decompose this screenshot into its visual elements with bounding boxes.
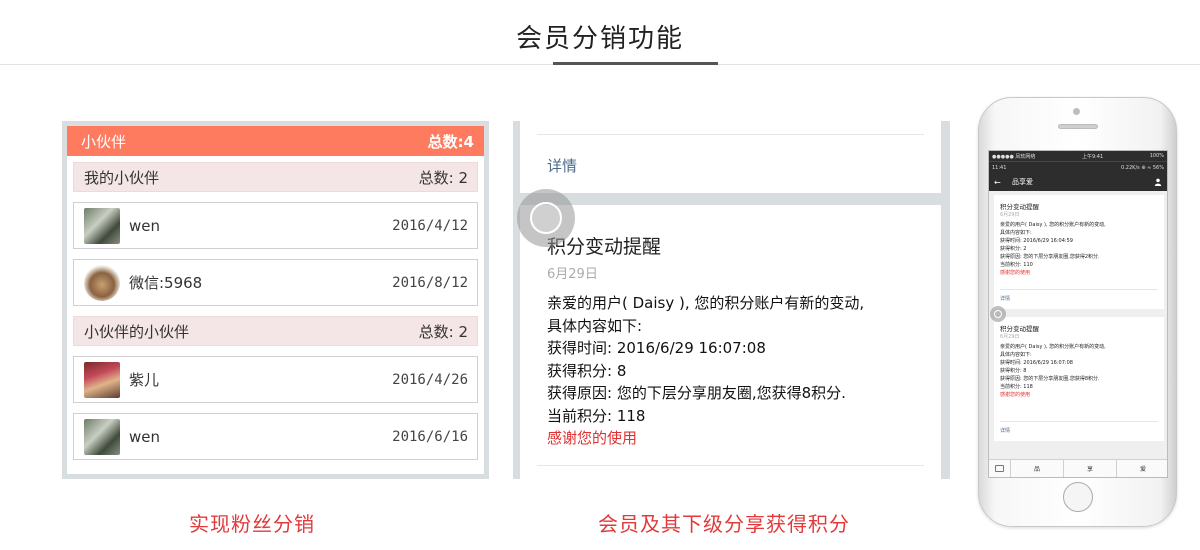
message-line: 具体内容如下: bbox=[1000, 352, 1032, 358]
member-name: 微信:5968 bbox=[129, 274, 203, 292]
tab-ai[interactable]: 爱 bbox=[1117, 460, 1167, 477]
tab-xiang[interactable]: 享 bbox=[1064, 460, 1117, 477]
message-card: 积分变动提醒 6月29日 亲爱的用户( Daisy ), 您的积分账户有新的变动… bbox=[520, 205, 941, 479]
message-line: 获得原因: 您的下层分享朋友圈,您获得2积分. bbox=[1000, 254, 1100, 260]
member-row[interactable]: 紫儿 2016/4/26 bbox=[73, 356, 478, 403]
message-line: 获得积分: 2 bbox=[1000, 246, 1027, 252]
message-line: 亲爱的用户( Daisy ), 您的积分账户有新的变动, bbox=[1000, 344, 1106, 350]
message-body: 亲爱的用户( Daisy ), 您的积分账户有新的变动, 具体内容如下: 获得时… bbox=[1000, 343, 1106, 399]
nav-bar: ← 品享爱 bbox=[989, 173, 1167, 191]
home-button[interactable] bbox=[1063, 482, 1093, 512]
message-card: 积分变动提醒 6月29日 亲爱的用户( Daisy ), 您的积分账户有新的变动… bbox=[994, 317, 1164, 441]
avatar bbox=[84, 264, 120, 301]
previous-message-card: 详情 bbox=[520, 121, 941, 193]
group-partners-of-partners[interactable]: 小伙伴的小伙伴 总数: 2 bbox=[73, 316, 478, 346]
member-date: 2016/6/16 bbox=[392, 428, 468, 445]
keyboard-icon[interactable] bbox=[989, 460, 1011, 477]
page-title: 会员分销功能 bbox=[515, 24, 684, 54]
member-date: 2016/4/12 bbox=[392, 217, 468, 234]
divider bbox=[537, 134, 924, 135]
detail-link[interactable]: 详情 bbox=[547, 155, 577, 176]
message-line: 获得原因: 您的下层分享朋友圈,您获得8积分. bbox=[547, 384, 846, 402]
status-battery: 100% bbox=[1149, 153, 1164, 159]
partners-header: 小伙伴 总数:4 bbox=[67, 126, 484, 156]
title-underline bbox=[553, 62, 718, 65]
member-row[interactable]: 微信:5968 2016/8/12 bbox=[73, 259, 478, 306]
message-title: 积分变动提醒 bbox=[1000, 325, 1039, 333]
avatar bbox=[84, 361, 120, 398]
message-line: 获得原因: 您的下层分享朋友圈,您获得8积分. bbox=[1000, 376, 1100, 382]
message-line: 亲爱的用户( Daisy ), 您的积分账户有新的变动, bbox=[547, 294, 865, 312]
divider bbox=[537, 465, 924, 466]
speaker-icon bbox=[1058, 124, 1098, 129]
partners-total: 总数:4 bbox=[427, 132, 474, 151]
bottom-tab-bar: 品 享 爱 bbox=[989, 459, 1167, 477]
member-row[interactable]: wen 2016/4/12 bbox=[73, 202, 478, 249]
group-count: 总数: 2 bbox=[418, 168, 468, 187]
message-line: 获得时间: 2016/6/29 16:07:08 bbox=[1000, 360, 1073, 366]
message-title: 积分变动提醒 bbox=[1000, 203, 1039, 211]
divider bbox=[1000, 421, 1158, 422]
phone-screen: ●●●●● 凤软网络 上午9:41 100% 11:41 0.22K/s ⊕ ≈… bbox=[988, 150, 1168, 478]
points-panel: 详情 积分变动提醒 6月29日 亲爱的用户( Daisy ), 您的积分账户有新… bbox=[513, 121, 950, 479]
message-thanks: 感谢您的使用 bbox=[547, 429, 638, 447]
status2-left: 11:41 bbox=[992, 164, 1007, 171]
detail-link[interactable]: 详情 bbox=[1000, 295, 1010, 302]
message-line: 具体内容如下: bbox=[547, 316, 643, 335]
touch-indicator-icon bbox=[990, 306, 1006, 322]
system-status-bar: 11:41 0.22K/s ⊕ ≈ 56% bbox=[989, 161, 1167, 173]
status2-right: 0.22K/s ⊕ ≈ 56% bbox=[1121, 164, 1164, 171]
message-card: 积分变动提醒 6月29日 亲爱的用户( Daisy ), 您的积分账户有新的变动… bbox=[994, 195, 1164, 309]
partners-title: 小伙伴 bbox=[81, 132, 127, 151]
avatar bbox=[84, 207, 120, 244]
message-line: 当前积分: 110 bbox=[1000, 262, 1033, 268]
user-icon[interactable] bbox=[1154, 178, 1162, 186]
message-thanks: 感谢您的使用 bbox=[1000, 270, 1031, 276]
member-name: wen bbox=[129, 216, 161, 235]
touch-indicator-icon bbox=[517, 189, 575, 247]
member-name: 紫儿 bbox=[129, 371, 160, 389]
status-bar: ●●●●● 凤软网络 上午9:41 100% bbox=[989, 151, 1167, 161]
caption-fan-distribution: 实现粉丝分销 bbox=[189, 512, 315, 536]
group-label: 我的小伙伴 bbox=[84, 168, 160, 187]
message-date: 6月29日 bbox=[1000, 212, 1020, 218]
message-line: 获得积分: 8 bbox=[1000, 368, 1027, 374]
detail-link[interactable]: 详情 bbox=[1000, 427, 1010, 434]
member-row[interactable]: wen 2016/6/16 bbox=[73, 413, 478, 460]
tab-pin[interactable]: 品 bbox=[1011, 460, 1064, 477]
status-carrier: ●●●●● 凤软网络 bbox=[992, 153, 1036, 160]
group-count: 总数: 2 bbox=[418, 322, 468, 341]
message-line: 当前积分: 118 bbox=[547, 406, 646, 425]
nav-title: 品享爱 bbox=[1012, 178, 1033, 186]
message-date: 6月29日 bbox=[547, 267, 598, 282]
divider bbox=[1000, 289, 1158, 290]
group-my-partners[interactable]: 我的小伙伴 总数: 2 bbox=[73, 162, 478, 192]
message-date: 6月29日 bbox=[1000, 334, 1020, 340]
message-line: 亲爱的用户( Daisy ), 您的积分账户有新的变动, bbox=[1000, 222, 1106, 228]
camera-icon bbox=[1073, 108, 1080, 115]
message-body: 亲爱的用户( Daisy ), 您的积分账户有新的变动, 具体内容如下: 获得时… bbox=[1000, 221, 1106, 277]
back-arrow-icon[interactable]: ← bbox=[994, 178, 1006, 187]
message-line: 获得时间: 2016/6/29 16:04:59 bbox=[1000, 238, 1073, 244]
message-line: 获得积分: 8 bbox=[547, 361, 627, 380]
member-date: 2016/8/12 bbox=[392, 274, 468, 291]
message-line: 具体内容如下: bbox=[1000, 230, 1032, 236]
message-thanks: 感谢您的使用 bbox=[1000, 392, 1031, 398]
message-body: 亲爱的用户( Daisy ), 您的积分账户有新的变动, 具体内容如下: 获得时… bbox=[547, 292, 864, 450]
member-date: 2016/4/26 bbox=[392, 371, 468, 388]
status-time: 上午9:41 bbox=[1081, 153, 1104, 160]
group-label: 小伙伴的小伙伴 bbox=[84, 322, 190, 341]
message-line: 获得时间: 2016/6/29 16:07:08 bbox=[547, 339, 766, 357]
message-line: 当前积分: 118 bbox=[1000, 384, 1033, 390]
partners-panel: 小伙伴 总数:4 我的小伙伴 总数: 2 wen 2016/4/12 微信:59… bbox=[62, 121, 489, 479]
member-name: wen bbox=[129, 427, 161, 446]
partners-screen: 小伙伴 总数:4 我的小伙伴 总数: 2 wen 2016/4/12 微信:59… bbox=[67, 126, 484, 474]
phone-mockup: ●●●●● 凤软网络 上午9:41 100% 11:41 0.22K/s ⊕ ≈… bbox=[978, 97, 1177, 527]
caption-member-points: 会员及其下级分享获得积分 bbox=[598, 512, 850, 536]
avatar bbox=[84, 418, 120, 455]
